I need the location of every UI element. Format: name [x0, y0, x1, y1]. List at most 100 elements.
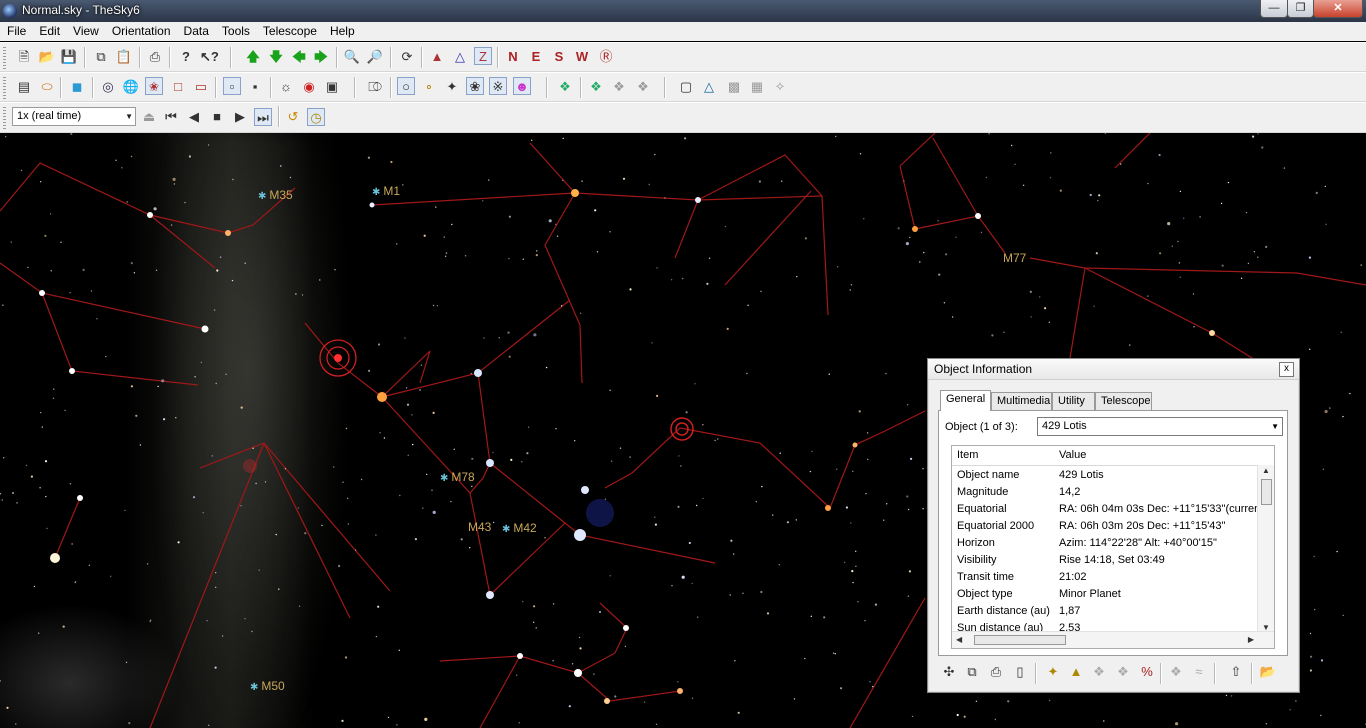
- magic-icon[interactable]: ✧: [771, 78, 789, 96]
- sun-icon[interactable]: ☼: [277, 78, 295, 96]
- scroll-thumb[interactable]: [974, 635, 1066, 645]
- globe-icon[interactable]: 🌐: [122, 78, 140, 96]
- ellipse-icon[interactable]: ⬭: [38, 78, 56, 96]
- eject-icon[interactable]: ⏏: [140, 108, 158, 126]
- look-zenith-icon[interactable]: Ⓡ: [597, 48, 615, 66]
- galaxy-icon[interactable]: ✦: [443, 78, 461, 96]
- menu-tools[interactable]: Tools: [215, 22, 256, 38]
- step-back-icon[interactable]: ◀: [185, 108, 203, 126]
- zoom-out-icon[interactable]: 🔎: [366, 48, 384, 66]
- maximize-button[interactable]: ❐: [1287, 0, 1314, 18]
- clock-icon[interactable]: ◷: [307, 108, 325, 126]
- minimize-button[interactable]: —: [1260, 0, 1288, 18]
- object-properties-list[interactable]: Item Value Object name 429 Lotis Magnitud…: [951, 445, 1275, 649]
- fast-forward-icon[interactable]: ⏭: [254, 108, 272, 126]
- horizontal-scrollbar[interactable]: ◀ ▶: [952, 631, 1274, 648]
- scroll-thumb[interactable]: [1261, 479, 1272, 505]
- arrow-top-icon[interactable]: ⇧: [1227, 663, 1245, 681]
- print-icon[interactable]: ⎙: [987, 663, 1005, 681]
- planets-icon[interactable]: ∘: [420, 78, 438, 96]
- telescope-link-icon[interactable]: ❖: [1167, 663, 1185, 681]
- object-select[interactable]: 429 Lotis ▼: [1037, 417, 1283, 436]
- table-row[interactable]: Horizon Azim: 114°22'28" Alt: +40°00'15": [952, 535, 1268, 552]
- dso-label-m43[interactable]: M43: [468, 520, 491, 534]
- table-row[interactable]: Transit time 21:02: [952, 569, 1268, 586]
- tab-general[interactable]: General: [940, 390, 991, 411]
- new-file-icon[interactable]: 🗎: [15, 48, 33, 66]
- panel-close-button[interactable]: x: [1279, 362, 1294, 377]
- look-south-icon[interactable]: S: [550, 48, 568, 66]
- scroll-left-icon[interactable]: ◀: [956, 635, 962, 644]
- eraser-icon[interactable]: ▯: [1011, 663, 1029, 681]
- time-speed-select[interactable]: 1x (real time) ▼: [12, 107, 136, 126]
- vertical-scrollbar[interactable]: ▲ ▼: [1257, 465, 1274, 633]
- zoom-in-icon[interactable]: 🔍: [343, 48, 361, 66]
- open-folder-icon[interactable]: 📂: [38, 48, 56, 66]
- table-row[interactable]: Earth distance (au) 1,87: [952, 603, 1268, 620]
- dso-label-m50[interactable]: ✱ M50: [250, 679, 285, 693]
- look-west-icon[interactable]: W: [573, 48, 591, 66]
- focuser-icon[interactable]: ▩: [725, 78, 743, 96]
- save-icon[interactable]: 💾: [60, 48, 78, 66]
- rewind-icon[interactable]: ⏮: [162, 108, 180, 126]
- tab-multimedia[interactable]: Multimedia: [991, 392, 1052, 410]
- grid-sphere-icon[interactable]: ◎: [99, 78, 117, 96]
- figure-icon[interactable]: ▭: [192, 78, 210, 96]
- arrow-up-icon[interactable]: 🡅: [244, 48, 262, 66]
- menu-view[interactable]: View: [66, 22, 105, 38]
- copy-icon[interactable]: ⧉: [92, 48, 110, 66]
- binoculars-icon[interactable]: ⎄: [366, 78, 384, 96]
- menu-help[interactable]: Help: [323, 22, 361, 38]
- menu-data[interactable]: Data: [177, 22, 215, 38]
- context-help-icon[interactable]: ↖?: [200, 48, 219, 66]
- star-icon[interactable]: ○: [397, 77, 415, 95]
- arrow-right-icon[interactable]: 🡆: [312, 48, 330, 66]
- stop-icon[interactable]: ■: [208, 108, 226, 126]
- scroll-right-icon[interactable]: ▶: [1248, 635, 1254, 644]
- percent-icon[interactable]: %: [1138, 663, 1156, 681]
- cluster-icon[interactable]: ※: [489, 77, 507, 95]
- camera-icon[interactable]: ▢: [677, 78, 695, 96]
- tab-utility[interactable]: Utility: [1052, 392, 1095, 410]
- planet-marker[interactable]: [334, 354, 342, 362]
- copy-icon[interactable]: ⧉: [963, 663, 981, 681]
- telescope-sync-icon[interactable]: ❖: [610, 78, 628, 96]
- label-icon[interactable]: ▫: [223, 77, 241, 95]
- rotator-icon[interactable]: ▦: [748, 78, 766, 96]
- paste-icon[interactable]: 📋: [115, 48, 133, 66]
- telescope-view-icon[interactable]: ◉: [300, 78, 318, 96]
- column-header-item[interactable]: Item: [957, 449, 978, 461]
- constellation-icon[interactable]: ✬: [145, 77, 163, 95]
- nebula-icon[interactable]: ❀: [466, 77, 484, 95]
- column-header-value[interactable]: Value: [1059, 449, 1086, 461]
- scroll-up-icon[interactable]: ▲: [1262, 466, 1270, 475]
- tab-telescope[interactable]: Telescope: [1095, 392, 1152, 410]
- legend-icon[interactable]: ▤: [15, 78, 33, 96]
- center-object-icon[interactable]: ✣: [940, 663, 958, 681]
- menu-telescope[interactable]: Telescope: [256, 22, 323, 38]
- look-north-icon[interactable]: N: [504, 48, 522, 66]
- meridian-icon[interactable]: △: [451, 48, 469, 66]
- telescope-link-icon[interactable]: ❖: [556, 78, 574, 96]
- telescope-slew-icon[interactable]: ❖: [1090, 663, 1108, 681]
- horizon-icon[interactable]: ▲: [428, 48, 446, 66]
- chart-icon[interactable]: ▲: [1067, 663, 1085, 681]
- label-options-icon[interactable]: ▪: [246, 78, 264, 96]
- panel-title-bar[interactable]: Object Information x: [928, 359, 1299, 380]
- menu-file[interactable]: File: [0, 22, 32, 38]
- loop-icon[interactable]: ↺: [284, 108, 302, 126]
- table-row[interactable]: Visibility Rise 14:18, Set 03:49: [952, 552, 1268, 569]
- wand-icon[interactable]: ✦: [1044, 663, 1062, 681]
- earth-icon[interactable]: ◼: [68, 78, 86, 96]
- arrow-down-icon[interactable]: 🡇: [267, 48, 285, 66]
- menu-edit[interactable]: Edit: [32, 22, 66, 38]
- table-row[interactable]: Equatorial RA: 06h 04m 03s Dec: +11°15'33…: [952, 501, 1268, 518]
- table-row[interactable]: Object type Minor Planet: [952, 586, 1268, 603]
- dso-label-m35[interactable]: ✱ M35: [258, 188, 293, 202]
- open-folder-icon[interactable]: 📂: [1259, 663, 1277, 681]
- deep-sky-icon[interactable]: ☻: [513, 77, 531, 95]
- image-icon[interactable]: ▣: [323, 78, 341, 96]
- telescope-path-icon[interactable]: ≈: [1190, 663, 1208, 681]
- dome-icon[interactable]: △: [700, 78, 718, 96]
- rotate-icon[interactable]: ⟳: [398, 48, 416, 66]
